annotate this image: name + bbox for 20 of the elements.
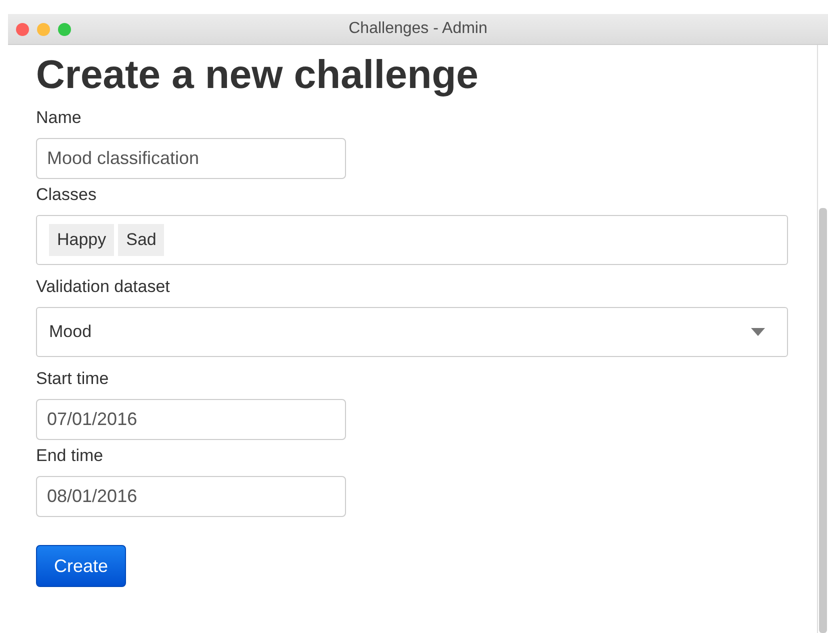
close-icon[interactable]	[16, 22, 29, 36]
input-field[interactable]: 08/01/2016	[36, 476, 346, 517]
tag-input-field[interactable]: Happy Sad	[36, 215, 788, 265]
zoom-icon[interactable]	[58, 22, 71, 36]
field-label: Classes	[36, 185, 96, 205]
minimize-icon[interactable]	[37, 22, 50, 36]
window-title: Challenges - Admin	[348, 20, 488, 38]
scrollbar[interactable]	[817, 45, 828, 633]
page-heading: Create a new challenge	[36, 53, 478, 98]
dropdown[interactable]: Mood	[36, 307, 788, 357]
field-label: Validation dataset	[36, 277, 170, 297]
field-label: End time	[36, 446, 104, 466]
field-label: Start time	[36, 369, 109, 389]
tag: Sad	[118, 224, 164, 256]
input-field[interactable]: 07/01/2016	[36, 399, 346, 440]
field-label: Name	[36, 108, 82, 128]
input-field[interactable]: Mood classification	[36, 138, 346, 179]
caret-icon	[751, 328, 765, 336]
tag: Happy	[49, 224, 114, 256]
create-button[interactable]: Create	[36, 545, 126, 587]
